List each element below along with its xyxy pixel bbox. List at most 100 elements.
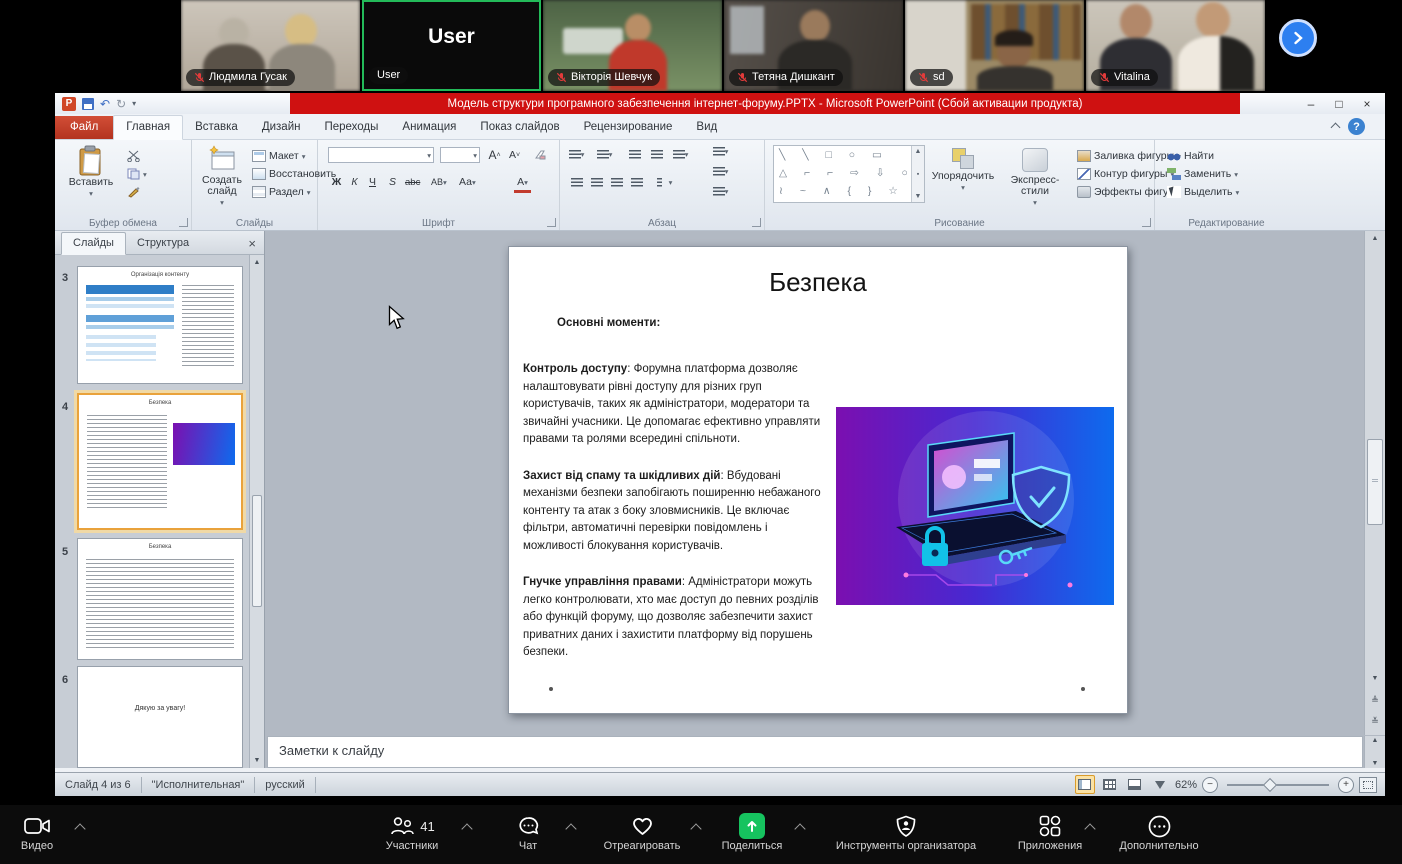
line-spacing-button[interactable]: ▾ bbox=[672, 147, 689, 162]
save-button[interactable] bbox=[82, 98, 94, 110]
participant-tile-liudmyla[interactable]: Людмила Гусак bbox=[181, 0, 360, 91]
slide-thumbnail-6[interactable]: Дякую за увагу! bbox=[77, 666, 243, 768]
select-button[interactable]: Выделить ▾ bbox=[1167, 184, 1239, 200]
panel-scroll-up[interactable]: ▲ bbox=[250, 255, 264, 270]
paste-button[interactable]: Вставить ▾ bbox=[65, 145, 117, 199]
video-button[interactable]: Видео bbox=[6, 812, 68, 852]
tab-home[interactable]: Главная bbox=[113, 115, 183, 140]
drawing-dialog-launcher[interactable] bbox=[1142, 218, 1151, 227]
host-tools-button[interactable]: Инструменты организатора bbox=[806, 812, 1006, 852]
apps-button[interactable]: Приложения bbox=[1008, 812, 1092, 852]
justify-button[interactable] bbox=[628, 175, 645, 190]
normal-view-button[interactable] bbox=[1075, 775, 1095, 794]
tab-file[interactable]: Файл bbox=[55, 116, 113, 139]
slide-thumbnail-3[interactable]: Організація контенту bbox=[77, 266, 243, 384]
bold-button[interactable]: Ж bbox=[328, 174, 345, 190]
theme-name[interactable]: "Исполнительная" bbox=[142, 777, 256, 793]
participants-options-chevron[interactable] bbox=[461, 823, 472, 834]
participants-button[interactable]: 41 Участники bbox=[370, 812, 454, 852]
strikethrough-button[interactable]: abc bbox=[404, 174, 421, 190]
close-panel-button[interactable]: × bbox=[248, 236, 256, 251]
shapes-gallery-scroll[interactable]: ▲▪▼ bbox=[911, 146, 924, 202]
panel-scroll-thumb[interactable] bbox=[252, 495, 262, 607]
previous-slide-button[interactable]: ≜ bbox=[1365, 693, 1385, 708]
close-button[interactable]: × bbox=[1353, 95, 1381, 113]
scroll-up-button[interactable]: ▲ bbox=[1365, 231, 1385, 246]
text-shadow-button[interactable]: S bbox=[384, 174, 401, 190]
font-color-button[interactable]: А▾ bbox=[514, 174, 531, 193]
tab-insert[interactable]: Вставка bbox=[183, 116, 250, 139]
character-spacing-button[interactable]: АВ▾ bbox=[430, 174, 448, 190]
smartart-convert-button[interactable]: ▾ bbox=[712, 184, 729, 199]
scroll-thumb[interactable] bbox=[1367, 439, 1383, 525]
layout-button[interactable]: Макет ▾ bbox=[252, 148, 305, 164]
align-text-button[interactable]: ▾ bbox=[712, 164, 729, 179]
more-button[interactable]: Дополнительно bbox=[1106, 812, 1212, 852]
qat-customize-dropdown[interactable]: ▾ bbox=[132, 99, 136, 108]
zoom-in-button[interactable]: + bbox=[1338, 777, 1354, 793]
italic-button[interactable]: К bbox=[346, 174, 363, 190]
tab-transitions[interactable]: Переходы bbox=[312, 116, 390, 139]
video-options-chevron[interactable] bbox=[74, 823, 85, 834]
slideshow-button[interactable] bbox=[1150, 775, 1170, 794]
slide-sorter-button[interactable] bbox=[1100, 775, 1120, 794]
vertical-scrollbar[interactable]: ▲ ▼ ≜ ≚ bbox=[1364, 231, 1385, 735]
tab-animation[interactable]: Анимация bbox=[390, 116, 468, 139]
copy-button[interactable]: ▾ bbox=[127, 166, 147, 182]
tab-slideshow[interactable]: Показ слайдов bbox=[468, 116, 571, 139]
language-indicator[interactable]: русский bbox=[255, 777, 315, 793]
react-button[interactable]: Отреагировать bbox=[586, 812, 698, 852]
restore-button[interactable]: □ bbox=[1325, 95, 1353, 113]
tab-review[interactable]: Рецензирование bbox=[572, 116, 685, 139]
font-dialog-launcher[interactable] bbox=[547, 218, 556, 227]
tab-outline[interactable]: Структура bbox=[126, 233, 200, 254]
zoom-out-button[interactable]: − bbox=[1202, 777, 1218, 793]
indent-increase-button[interactable] bbox=[648, 147, 665, 162]
zoom-level[interactable]: 62% bbox=[1175, 779, 1197, 791]
redo-button[interactable]: ↻ bbox=[116, 98, 126, 110]
participant-tile-vitalina[interactable]: Vitalina bbox=[1086, 0, 1265, 91]
minimize-button[interactable]: – bbox=[1297, 95, 1325, 113]
participant-tile-sd[interactable]: sd bbox=[905, 0, 1084, 91]
numbering-button[interactable]: ▾ bbox=[596, 147, 613, 162]
cut-button[interactable] bbox=[127, 148, 140, 164]
indent-decrease-button[interactable] bbox=[626, 147, 643, 162]
align-right-button[interactable] bbox=[608, 175, 625, 190]
collapse-ribbon-button[interactable] bbox=[1329, 122, 1341, 132]
font-name-combo[interactable]: ▾ bbox=[328, 147, 434, 163]
shapes-gallery[interactable]: ╲ ╲ □ ○ ▭ △ ⌐ ⌐ ⇨ ⇩ ○ ≀ ~ ∧ { } ☆ ▲▪▼ bbox=[773, 145, 925, 203]
participant-tile-user-active[interactable]: User User bbox=[362, 0, 541, 91]
scroll-down-button[interactable]: ▼ bbox=[1365, 671, 1385, 686]
share-options-chevron[interactable] bbox=[794, 823, 805, 834]
tab-slides-thumbnails[interactable]: Слайды bbox=[61, 232, 126, 255]
format-painter-button[interactable] bbox=[127, 184, 140, 200]
shrink-font-button[interactable]: А˅ bbox=[506, 147, 523, 163]
align-left-button[interactable] bbox=[568, 175, 585, 190]
section-button[interactable]: Раздел ▾ bbox=[252, 184, 310, 200]
slide-thumbnail-4-selected[interactable]: Безпека bbox=[77, 393, 243, 530]
fit-to-window-button[interactable] bbox=[1359, 777, 1377, 793]
clear-formatting-button[interactable] bbox=[532, 147, 549, 163]
slide-4[interactable]: Безпека Основні моменти: Контроль доступ… bbox=[508, 246, 1128, 714]
notes-pane[interactable]: Заметки к слайду bbox=[267, 736, 1363, 768]
reading-view-button[interactable] bbox=[1125, 775, 1145, 794]
zoom-slider[interactable] bbox=[1227, 784, 1329, 786]
bullets-button[interactable]: ▾ bbox=[568, 147, 585, 162]
align-center-button[interactable] bbox=[588, 175, 605, 190]
new-slide-button[interactable]: Создать слайд ▾ bbox=[196, 145, 248, 208]
quick-styles-button[interactable]: Экспресс-стили ▾ bbox=[997, 148, 1073, 208]
underline-button[interactable]: Ч bbox=[364, 174, 381, 190]
panel-scrollbar[interactable]: ▲ ▼ bbox=[249, 255, 264, 768]
help-button[interactable]: ? bbox=[1348, 118, 1365, 135]
undo-button[interactable]: ↶ bbox=[100, 98, 110, 110]
arrange-button[interactable]: Упорядочить ▾ bbox=[933, 148, 993, 193]
change-case-button[interactable]: Аа▾ bbox=[458, 174, 477, 190]
replace-button[interactable]: Заменить ▾ bbox=[1167, 166, 1238, 182]
notes-scrollbar[interactable]: ▲ ▼ bbox=[1364, 736, 1385, 768]
slide-thumbnail-5[interactable]: Безпека bbox=[77, 538, 243, 660]
participant-tile-viktoriia[interactable]: Вікторія Шевчук bbox=[543, 0, 722, 91]
zoom-slider-thumb[interactable] bbox=[1263, 777, 1277, 791]
font-size-combo[interactable]: ▾ bbox=[440, 147, 480, 163]
share-button[interactable]: Поделиться bbox=[712, 812, 792, 852]
chat-button[interactable]: Чат bbox=[500, 812, 556, 852]
